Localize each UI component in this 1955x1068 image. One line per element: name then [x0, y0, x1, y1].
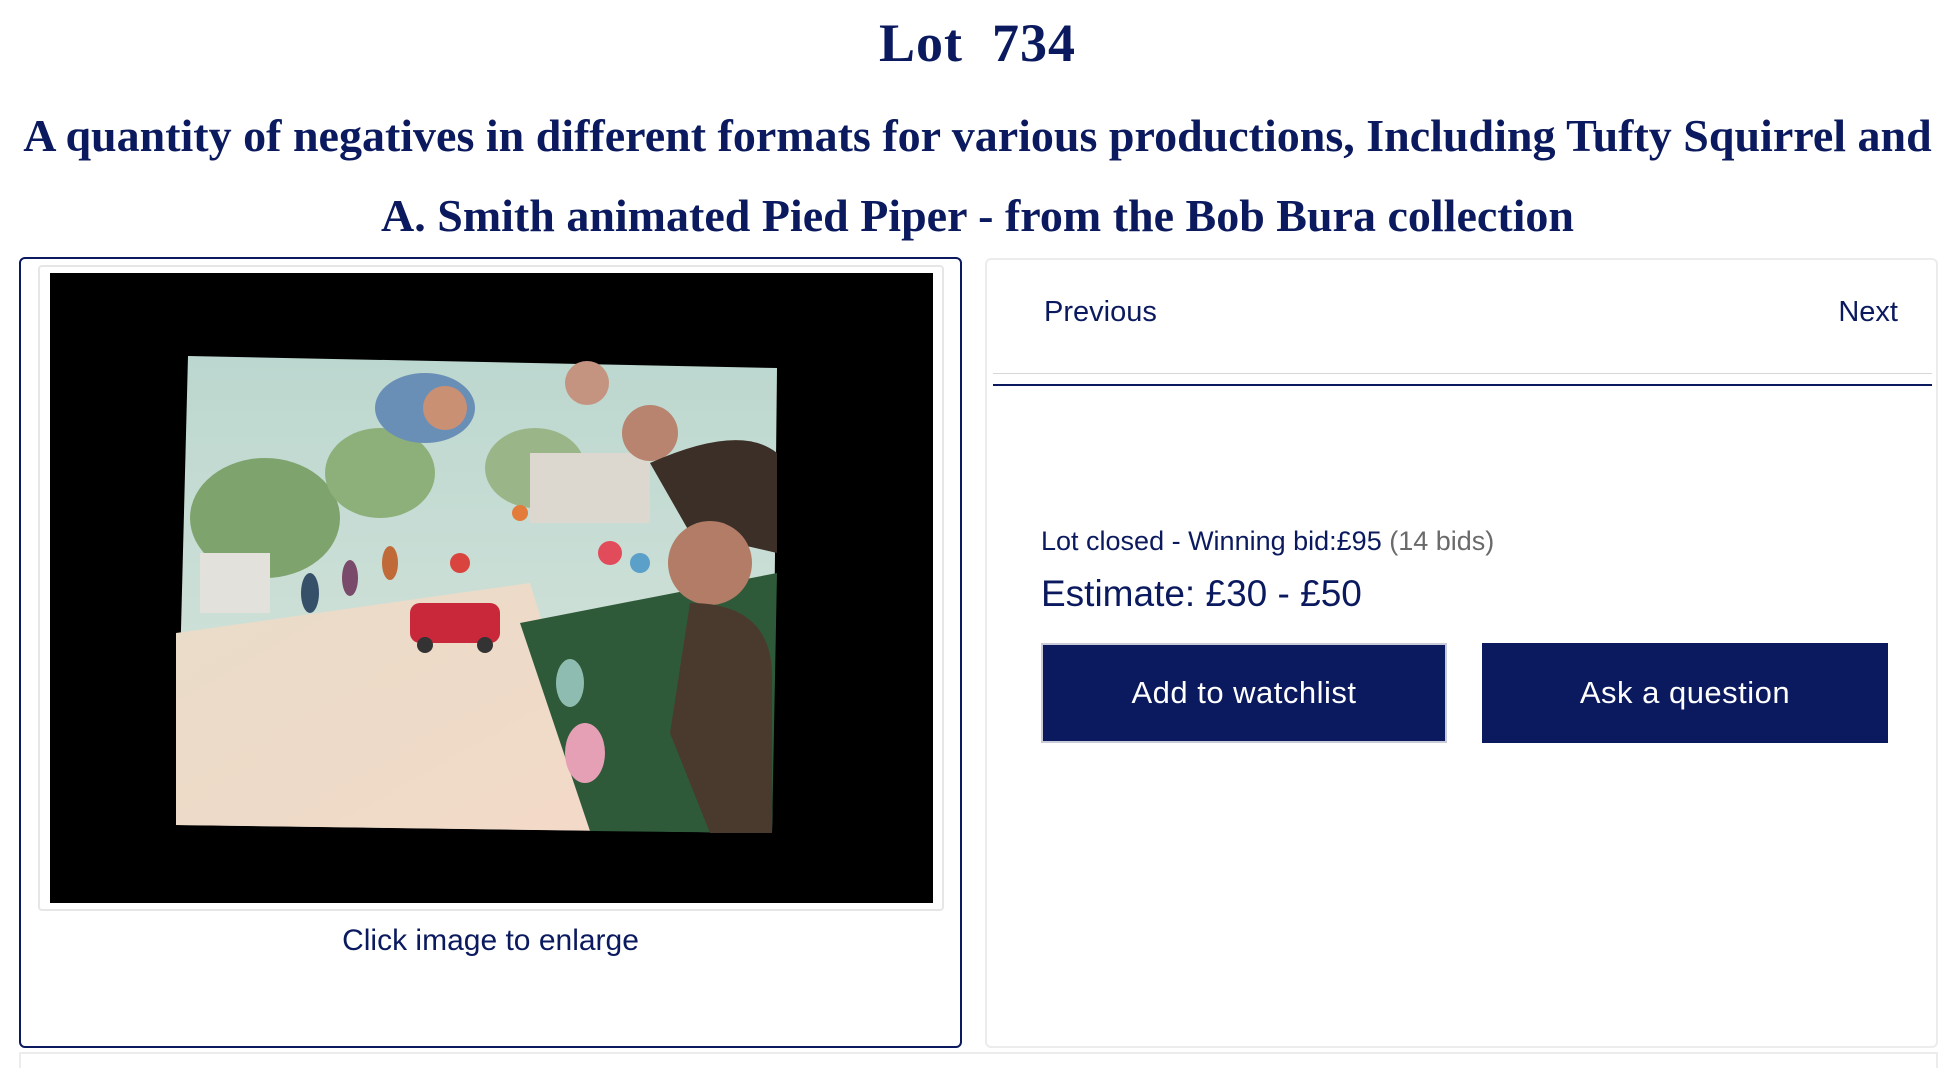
- estimate-label: Estimate:: [1041, 573, 1196, 614]
- lot-info-panel: Previous Next Lot closed - Winning bid:£…: [985, 258, 1938, 1048]
- nav-divider-accent: [993, 384, 1932, 386]
- lot-title: A quantity of negatives in different for…: [23, 110, 1932, 241]
- estimate: Estimate: £30 - £50: [1041, 573, 1362, 615]
- lot-heading: Lot 734: [0, 12, 1955, 74]
- ask-question-button[interactable]: Ask a question: [1482, 643, 1888, 743]
- lot-photo[interactable]: [50, 273, 933, 903]
- nav-divider: [993, 373, 1932, 374]
- lot-photo-illustration: [176, 356, 777, 833]
- lot-label: Lot: [879, 13, 963, 73]
- next-lot-link[interactable]: Next: [1838, 296, 1898, 329]
- bid-count: (14 bids): [1389, 526, 1495, 556]
- enlarge-caption: Click image to enlarge: [342, 924, 639, 957]
- image-panel: Click image to enlarge: [19, 257, 962, 1048]
- winning-bid: £95: [1336, 526, 1382, 556]
- image-frame: [38, 265, 944, 911]
- closed-label: Lot closed - Winning bid:: [1041, 526, 1337, 556]
- previous-lot-link[interactable]: Previous: [1044, 296, 1157, 329]
- estimate-range: £30 - £50: [1205, 573, 1362, 614]
- lot-status: Lot closed - Winning bid:£95 (14 bids): [1041, 526, 1494, 557]
- lot-number: 734: [992, 13, 1076, 73]
- add-to-watchlist-button[interactable]: Add to watchlist: [1041, 643, 1447, 743]
